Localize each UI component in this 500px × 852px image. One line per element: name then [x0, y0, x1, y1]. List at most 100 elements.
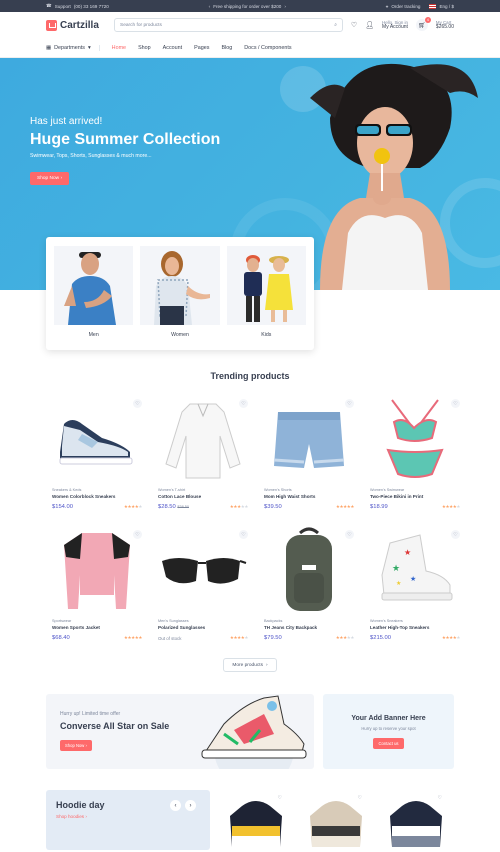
logo[interactable]: Cartzilla [46, 19, 106, 31]
wishlist-heart-icon[interactable]: ♡ [451, 530, 460, 539]
departments-menu[interactable]: ▦ Departments ▾ [46, 44, 100, 51]
wishlist-heart-icon[interactable]: ♡ [438, 795, 442, 801]
product-category[interactable]: Women's Swimwear [370, 488, 460, 492]
out-of-stock-label: Out of stock [158, 635, 182, 641]
hoodie-image [230, 801, 282, 847]
shop-hoodies-label: Shop hoodies [56, 814, 85, 819]
hoodie-carousel: ♡ ♡ ♡ [218, 792, 454, 847]
nav-docs[interactable]: Docs / Components [244, 45, 291, 51]
product-name[interactable]: Cotton Lace Blouse [158, 494, 248, 499]
chevron-down-icon: ▾ [87, 44, 91, 51]
product-name[interactable]: Women Colorblock Sneakers [52, 494, 142, 499]
product-price: $68.40 [52, 635, 70, 641]
product-name[interactable]: Polarized Sunglasses [158, 625, 248, 630]
hoodie-card[interactable]: ♡ [378, 792, 454, 847]
category-card-women[interactable]: Women [140, 246, 220, 341]
product-category[interactable]: Women's Sneakers [370, 619, 460, 623]
product-category[interactable]: Sneakers & Keds [52, 488, 142, 492]
nav-home[interactable]: Home [112, 45, 126, 51]
product-price: $18.99 [370, 504, 388, 510]
chevron-right-icon[interactable]: › [284, 4, 286, 9]
hoodie-card[interactable]: ♡ [218, 792, 294, 847]
category-card-men[interactable]: Men [54, 246, 134, 341]
category-label-men: Men [88, 332, 99, 338]
product-card[interactable]: ♡ Backpacks TH Jeans City Backpack $79.5… [258, 525, 360, 641]
product-name[interactable]: Mom High Waist Shorts [264, 494, 354, 499]
contact-us-button[interactable]: Contact us [373, 738, 404, 749]
product-name[interactable]: Leather High-Top Sneakers [370, 625, 460, 630]
account-link[interactable]: Hello, Sign in My Account [382, 20, 408, 31]
account-label: My Account [382, 24, 408, 30]
search-input[interactable]: Search for products ⌕ [114, 18, 343, 32]
product-category[interactable]: Women's Shorts [264, 488, 354, 492]
flag-icon [429, 3, 437, 9]
product-name[interactable]: Women Sports Jacket [52, 625, 142, 630]
phone-icon: ☎ [46, 3, 52, 8]
support-info[interactable]: ☎ Support (00) 33 169 7720 [46, 3, 109, 9]
cart-button[interactable]: 🛒︎ 4 [415, 17, 431, 31]
product-card[interactable]: ♡ Women's T-shirt Cotton Lace Blouse $28… [152, 394, 254, 510]
order-tracking-link[interactable]: Order tracking [391, 4, 420, 9]
nav-account[interactable]: Account [163, 45, 182, 51]
nav-blog[interactable]: Blog [221, 45, 232, 51]
location-icon: ⌖ [385, 3, 389, 9]
product-card[interactable]: ♡ Women's Shorts Mom High Waist Shorts $… [258, 394, 360, 510]
product-name[interactable]: Two-Piece Bikini in Print [370, 494, 460, 499]
search-icon[interactable]: ⌕ [334, 22, 337, 28]
product-card[interactable]: ♡ Women's Swimwear Two-Piece Bikini in P… [364, 394, 466, 510]
header: Cartzilla Search for products ⌕ ♡ 👤︎ Hel… [0, 12, 500, 38]
product-card[interactable]: ♡ Men's Sunglasses Polarized Sunglasses … [152, 525, 254, 641]
shop-hoodies-link[interactable]: Shop hoodies › [56, 814, 87, 819]
arrow-right-icon[interactable]: › [185, 800, 196, 811]
hoodie-card[interactable]: ♡ [298, 792, 374, 847]
more-products-button[interactable]: More products › [223, 658, 277, 672]
hoodie-title: Hoodie day [56, 800, 105, 810]
product-name[interactable]: TH Jeans City Backpack [264, 625, 354, 630]
promo-title: Converse All Star on Sale [60, 721, 170, 731]
category-cards: Men Women Kids [46, 237, 314, 350]
product-category[interactable]: Women's T-shirt [158, 488, 248, 492]
product-card[interactable]: ♡ Sportswear Women Sports Jacket $68.40 ★… [46, 525, 148, 641]
product-category[interactable]: Sportswear [52, 619, 142, 623]
product-card[interactable]: ★ ★ ★ ★ ♡ Women's Sneakers Leather High-Top… [364, 525, 466, 641]
promo-button-label: Shop Now [65, 743, 85, 748]
wishlist-heart-icon[interactable]: ♡ [133, 530, 142, 539]
nav-pages[interactable]: Pages [194, 45, 209, 51]
product-category[interactable]: Men's Sunglasses [158, 619, 248, 623]
cart-icon: 🛒︎ [418, 22, 426, 29]
arrow-left-icon[interactable]: ‹ [170, 800, 181, 811]
heart-icon[interactable]: ♡ [351, 21, 357, 29]
wishlist-heart-icon[interactable]: ♡ [345, 530, 354, 539]
shop-now-button[interactable]: Shop Now › [30, 172, 70, 185]
product-image-jacket [52, 525, 142, 615]
promo-shop-now-button[interactable]: Shop Now › [60, 740, 92, 751]
product-grid: ♡ Sneakers & Keds Women Colorblock Sneak… [46, 394, 460, 641]
support-phone[interactable]: (00) 33 169 7720 [74, 4, 109, 9]
language-currency-select[interactable]: Eng / $ [439, 4, 454, 9]
wishlist-heart-icon[interactable]: ♡ [358, 795, 362, 801]
product-price-old: $38.50 [177, 505, 189, 509]
nav-shop[interactable]: Shop [138, 45, 151, 51]
wishlist-heart-icon[interactable]: ♡ [278, 795, 282, 801]
svg-text:★: ★ [404, 548, 411, 557]
user-icon[interactable]: 👤︎ [365, 21, 374, 29]
carousel-controls: ‹ › [170, 800, 196, 811]
chevron-left-icon[interactable]: ‹ [209, 4, 211, 9]
wishlist-heart-icon[interactable]: ♡ [239, 530, 248, 539]
ad-banner-text: Hurry up to reserve your spot [361, 726, 416, 731]
ad-banner: Your Add Banner Here Hurry up to reserve… [323, 694, 454, 769]
ad-banner-title: Your Add Banner Here [351, 715, 426, 722]
cart-summary[interactable]: My Cart $265.00 [436, 20, 454, 31]
hero-model-image [310, 63, 478, 290]
topbar: ☎ Support (00) 33 169 7720 ‹ Free shippi… [0, 0, 500, 12]
wishlist-heart-icon[interactable]: ♡ [345, 399, 354, 408]
hero-kicker: Has just arrived! [30, 116, 103, 127]
product-card[interactable]: ♡ Sneakers & Keds Women Colorblock Sneak… [46, 394, 148, 510]
category-card-kids[interactable]: Kids [226, 246, 306, 341]
wishlist-heart-icon[interactable]: ♡ [239, 399, 248, 408]
wishlist-heart-icon[interactable]: ♡ [451, 399, 460, 408]
product-category[interactable]: Backpacks [264, 619, 354, 623]
wishlist-heart-icon[interactable]: ♡ [133, 399, 142, 408]
svg-text:★: ★ [396, 580, 401, 587]
header-actions: ♡ 👤︎ Hello, Sign in My Account 🛒︎ 4 My C… [351, 17, 454, 31]
